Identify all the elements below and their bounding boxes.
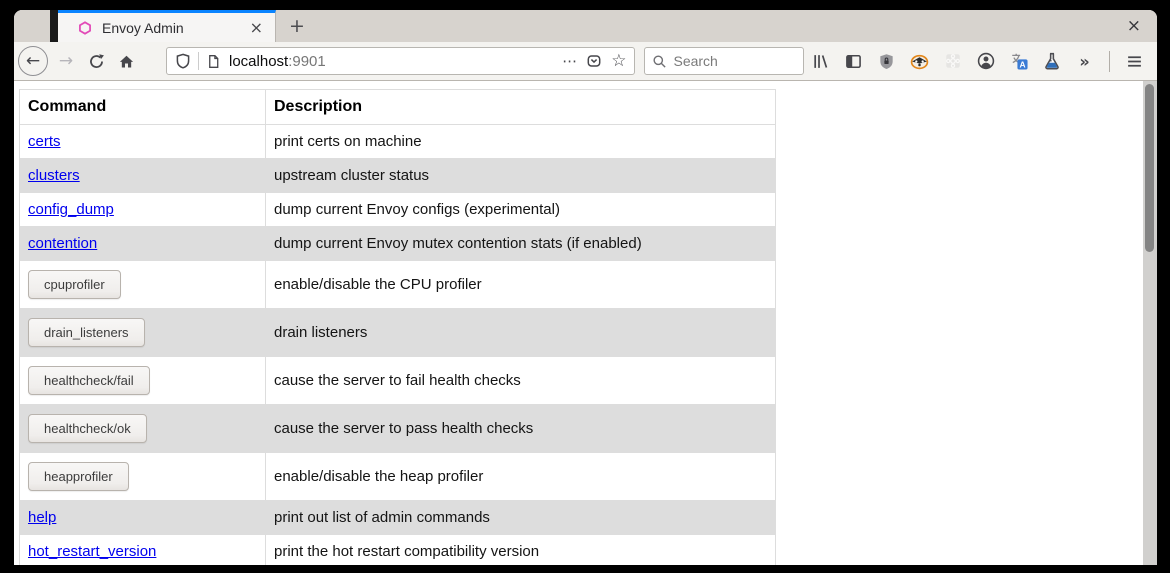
- privacy-badger-extension-icon[interactable]: [910, 49, 930, 73]
- pre-tab-separator: [50, 10, 58, 42]
- svg-text:A: A: [1019, 59, 1025, 69]
- description-cell: print certs on machine: [266, 125, 776, 159]
- forward-button[interactable]: →: [54, 49, 78, 73]
- description-cell: cause the server to pass health checks: [266, 405, 776, 453]
- table-row: cpuprofiler enable/disable the CPU profil…: [20, 261, 776, 309]
- titlebar-drag-spacer: [14, 10, 50, 42]
- command-cell: healthcheck/fail: [20, 357, 266, 405]
- command-button[interactable]: heapprofiler: [28, 462, 129, 491]
- command-link[interactable]: clusters: [28, 167, 80, 184]
- command-button[interactable]: cpuprofiler: [28, 270, 121, 299]
- url-host: localhost: [229, 53, 288, 70]
- description-cell: drain listeners: [266, 309, 776, 357]
- url-port: :9901: [288, 53, 326, 70]
- command-cell: drain_listeners: [20, 309, 266, 357]
- home-icon[interactable]: [114, 49, 138, 73]
- command-button[interactable]: healthcheck/fail: [28, 366, 150, 395]
- reload-icon[interactable]: [84, 49, 108, 73]
- command-link[interactable]: certs: [28, 133, 61, 150]
- command-link[interactable]: help: [28, 509, 56, 526]
- command-cell: config_dump: [20, 193, 266, 227]
- search-input[interactable]: [673, 53, 783, 69]
- library-icon[interactable]: [811, 49, 831, 73]
- table-row: certs print certs on machine: [20, 125, 776, 159]
- command-cell: hot_restart_version: [20, 535, 266, 566]
- tab-envoy-admin[interactable]: Envoy Admin ×: [58, 10, 276, 42]
- account-icon[interactable]: [976, 49, 996, 73]
- sidebar-icon[interactable]: [844, 49, 864, 73]
- description-cell: enable/disable the CPU profiler: [266, 261, 776, 309]
- toolbar-icon-cluster: A »: [804, 49, 1151, 73]
- window-close-button[interactable]: ×: [1121, 16, 1147, 37]
- tab-close-icon[interactable]: ×: [246, 18, 267, 38]
- command-cell: heapprofiler: [20, 453, 266, 501]
- disabled-extension-icon[interactable]: [943, 49, 963, 73]
- titlebar-drag-area: [310, 10, 1121, 42]
- description-cell: dump current Envoy configs (experimental…: [266, 193, 776, 227]
- search-icon: [652, 54, 667, 69]
- command-cell: help: [20, 501, 266, 535]
- toolbar-separator: [1109, 51, 1110, 72]
- command-button[interactable]: healthcheck/ok: [28, 414, 147, 443]
- page-actions-icon[interactable]: ⋯: [562, 52, 577, 70]
- description-column-header: Description: [266, 90, 776, 125]
- table-row: healthcheck/fail cause the server to fail…: [20, 357, 776, 405]
- description-cell: print the hot restart compatibility vers…: [266, 535, 776, 566]
- firefox-window: Envoy Admin × + × ← →: [14, 10, 1157, 565]
- table-row: drain_listeners drain listeners: [20, 309, 776, 357]
- tab-title: Envoy Admin: [102, 20, 246, 36]
- description-cell: print out list of admin commands: [266, 501, 776, 535]
- vertical-scrollbar[interactable]: [1143, 81, 1157, 565]
- command-cell: healthcheck/ok: [20, 405, 266, 453]
- envoy-admin-page: Command Description certs print certs on …: [14, 81, 1143, 565]
- browser-viewport: Command Description certs print certs on …: [14, 81, 1157, 565]
- pocket-icon[interactable]: [586, 53, 602, 69]
- url-bar[interactable]: localhost:9901 ⋯ ☆: [166, 47, 635, 75]
- tab-bar: Envoy Admin × + ×: [14, 10, 1157, 42]
- url-text[interactable]: localhost:9901: [229, 53, 553, 70]
- flask-extension-icon[interactable]: [1042, 49, 1062, 73]
- table-row: clusters upstream cluster status: [20, 159, 776, 193]
- table-row: heapprofiler enable/disable the heap prof…: [20, 453, 776, 501]
- navigation-toolbar: ← →: [14, 42, 1157, 81]
- overflow-chevron-icon[interactable]: »: [1075, 49, 1095, 73]
- command-link[interactable]: hot_restart_version: [28, 543, 156, 560]
- envoy-hexagon-icon: [78, 21, 92, 35]
- command-column-header: Command: [20, 90, 266, 125]
- command-link[interactable]: contention: [28, 235, 97, 252]
- command-cell: cpuprofiler: [20, 261, 266, 309]
- page-info-icon[interactable]: [206, 54, 221, 69]
- command-cell: contention: [20, 227, 266, 261]
- description-cell: cause the server to fail health checks: [266, 357, 776, 405]
- back-button[interactable]: ←: [18, 46, 48, 76]
- table-row: healthcheck/ok cause the server to pass h…: [20, 405, 776, 453]
- command-link[interactable]: config_dump: [28, 201, 114, 218]
- search-box[interactable]: [644, 47, 804, 75]
- desktop-background: Envoy Admin × + × ← →: [0, 0, 1170, 573]
- description-cell: enable/disable the heap profiler: [266, 453, 776, 501]
- command-cell: clusters: [20, 159, 266, 193]
- translate-extension-icon[interactable]: A: [1009, 49, 1029, 73]
- hamburger-menu-icon[interactable]: [1125, 49, 1145, 73]
- table-row: hot_restart_version print the hot restart…: [20, 535, 776, 566]
- table-row: config_dump dump current Envoy configs (e…: [20, 193, 776, 227]
- table-row: contention dump current Envoy mutex conte…: [20, 227, 776, 261]
- tracking-protection-shield-icon[interactable]: [175, 53, 191, 69]
- table-header-row: Command Description: [20, 90, 776, 125]
- description-cell: upstream cluster status: [266, 159, 776, 193]
- command-button[interactable]: drain_listeners: [28, 318, 145, 347]
- description-cell: dump current Envoy mutex contention stat…: [266, 227, 776, 261]
- bookmark-star-icon[interactable]: ☆: [611, 51, 626, 71]
- shield-lock-extension-icon[interactable]: [877, 49, 897, 73]
- table-row: help print out list of admin commands: [20, 501, 776, 535]
- command-cell: certs: [20, 125, 266, 159]
- scrollbar-thumb[interactable]: [1145, 84, 1154, 252]
- admin-commands-table: Command Description certs print certs on …: [19, 89, 776, 565]
- new-tab-button[interactable]: +: [284, 13, 310, 39]
- urlbar-separator: [198, 52, 199, 70]
